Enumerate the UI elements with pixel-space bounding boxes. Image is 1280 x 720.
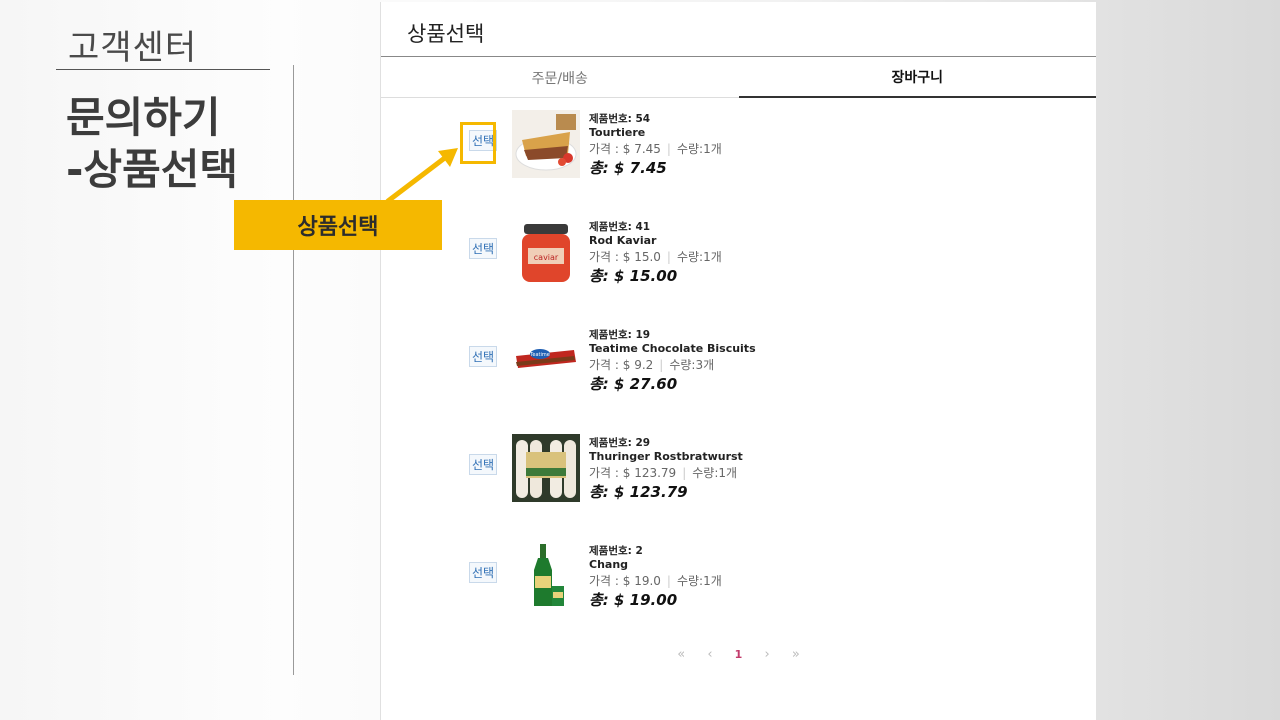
- list-item: 선택 caviar 제품번호: 41 Rod Kaviar 가격 : $ 15.…: [381, 218, 1096, 318]
- quantity: 수량:1개: [692, 466, 738, 480]
- section-title: 고객센터: [68, 28, 198, 68]
- product-name: Rod Kaviar: [589, 234, 657, 247]
- pagination: « ‹ 1 › »: [381, 647, 1096, 662]
- heading-line-1: 문의하기: [66, 93, 221, 142]
- panel-title: 상품선택: [407, 22, 485, 46]
- product-select-panel: 상품선택 주문/배송 장바구니 선택 제품번호: 54 Tourtiere 가격…: [380, 2, 1096, 720]
- list-item: 선택 제품번호: 2 Chang 가격 : $ 19.0 | 수량:1개 총: $ …: [381, 542, 1096, 642]
- vertical-divider: [293, 65, 294, 675]
- item-info: 제품번호: 29 Thuringer Rostbratwurst 가격 : $ …: [589, 436, 743, 501]
- item-info: 제품번호: 41 Rod Kaviar 가격 : $ 15.0 | 수량:1개 총:…: [589, 220, 722, 285]
- price-row: 가격 : $ 123.79 | 수량:1개: [589, 466, 743, 480]
- price: 가격 : $ 15.0: [589, 250, 661, 264]
- quantity: 수량:1개: [676, 574, 722, 588]
- callout-label: 상품선택: [234, 200, 442, 250]
- price-row: 가격 : $ 7.45 | 수량:1개: [589, 142, 722, 156]
- list-item: 선택 Teatime 제품번호: 19 Teatime Chocolate Bi…: [381, 326, 1096, 426]
- list-item: 선택 제품번호: 29 Thuringer Rostbratwurst 가격 :…: [381, 434, 1096, 534]
- product-image-rod-kaviar: caviar: [512, 218, 580, 286]
- product-name: Tourtiere: [589, 126, 646, 139]
- total: 총: $ 27.60: [589, 375, 678, 393]
- product-code: 제품번호: 54: [589, 113, 651, 125]
- product-image-tourtiere: [512, 110, 580, 178]
- select-button[interactable]: 선택: [469, 346, 498, 367]
- tab-cart[interactable]: 장바구니: [738, 58, 1096, 98]
- product-image-teatime-biscuits: Teatime: [512, 326, 580, 394]
- item-info: 제품번호: 19 Teatime Chocolate Biscuits 가격 :…: [589, 328, 756, 393]
- slide-sidebar: 고객센터 문의하기 -상품선택: [0, 0, 380, 720]
- separator: |: [666, 250, 671, 264]
- price: 가격 : $ 9.2: [589, 358, 654, 372]
- product-code: 제품번호: 29: [589, 437, 651, 449]
- first-page-button[interactable]: «: [677, 647, 685, 662]
- title-divider: [56, 69, 270, 70]
- svg-text:caviar: caviar: [534, 253, 559, 262]
- separator: |: [666, 574, 671, 588]
- last-page-button[interactable]: »: [792, 647, 800, 662]
- svg-text:Teatime: Teatime: [529, 352, 550, 358]
- product-image-rostbratwurst: [512, 434, 580, 502]
- select-button[interactable]: 선택: [469, 562, 498, 583]
- arrow-icon: [385, 148, 458, 204]
- quantity: 수량:3개: [669, 358, 715, 372]
- product-image-chang: [512, 542, 580, 610]
- price: 가격 : $ 7.45: [589, 142, 661, 156]
- tab-order-delivery[interactable]: 주문/배송: [381, 58, 739, 98]
- price: 가격 : $ 123.79: [589, 466, 677, 480]
- quantity: 수량:1개: [676, 142, 722, 156]
- product-name: Chang: [589, 558, 629, 571]
- prev-page-button[interactable]: ‹: [707, 647, 712, 662]
- item-info: 제품번호: 2 Chang 가격 : $ 19.0 | 수량:1개 총: $ 19.…: [589, 544, 722, 609]
- heading-line-2: -상품선택: [66, 145, 238, 194]
- price-row: 가격 : $ 15.0 | 수량:1개: [589, 250, 722, 264]
- separator: |: [659, 358, 664, 372]
- product-code: 제품번호: 19: [589, 329, 651, 341]
- total: 총: $ 15.00: [589, 267, 678, 285]
- price: 가격 : $ 19.0: [589, 574, 661, 588]
- next-page-button[interactable]: ›: [764, 647, 769, 662]
- product-code: 제품번호: 41: [589, 221, 651, 233]
- separator: |: [666, 142, 671, 156]
- total: 총: $ 19.00: [589, 591, 678, 609]
- current-page[interactable]: 1: [735, 648, 743, 661]
- tab-bar: 주문/배송 장바구니: [381, 58, 1096, 98]
- quantity: 수량:1개: [676, 250, 722, 264]
- separator: |: [682, 466, 687, 480]
- total: 총: $ 123.79: [589, 483, 688, 501]
- select-button[interactable]: 선택: [469, 238, 498, 259]
- slide-heading: 문의하기 -상품선택: [66, 92, 238, 196]
- product-code: 제품번호: 2: [589, 545, 643, 557]
- product-name: Teatime Chocolate Biscuits: [589, 342, 756, 355]
- item-info: 제품번호: 54 Tourtiere 가격 : $ 7.45 | 수량:1개 총: …: [589, 112, 722, 177]
- panel-divider: [381, 56, 1096, 57]
- price-row: 가격 : $ 19.0 | 수량:1개: [589, 574, 722, 588]
- price-row: 가격 : $ 9.2 | 수량:3개: [589, 358, 756, 372]
- select-button[interactable]: 선택: [469, 454, 498, 475]
- product-name: Thuringer Rostbratwurst: [589, 450, 743, 463]
- total: 총: $ 7.45: [589, 159, 667, 177]
